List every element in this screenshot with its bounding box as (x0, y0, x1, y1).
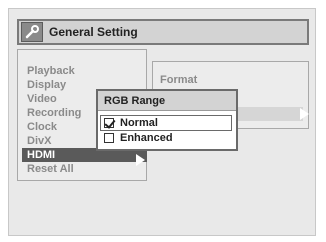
option-label: Normal (120, 117, 158, 129)
option-enhanced[interactable]: Enhanced (101, 131, 173, 145)
chevron-right-icon (136, 154, 145, 166)
title-bar: General Setting (17, 19, 309, 45)
option-label: Enhanced (120, 132, 173, 144)
option-normal[interactable]: Normal (100, 115, 232, 131)
rgb-range-popup: RGB Range Normal Enhanced (96, 89, 238, 151)
page-title: General Setting (49, 25, 138, 39)
checkbox-checked-icon[interactable] (104, 118, 114, 128)
menu-item-reset-all[interactable]: Reset All (22, 162, 140, 176)
menu-item-playback[interactable]: Playback (22, 64, 140, 78)
wrench-icon (21, 22, 43, 42)
chevron-right-icon (300, 108, 309, 120)
popup-title: RGB Range (98, 91, 236, 111)
checkbox-unchecked-icon[interactable] (104, 133, 114, 143)
submenu-label-format: Format (160, 74, 198, 86)
settings-screen: General Setting Playback Display Video R… (8, 8, 316, 236)
